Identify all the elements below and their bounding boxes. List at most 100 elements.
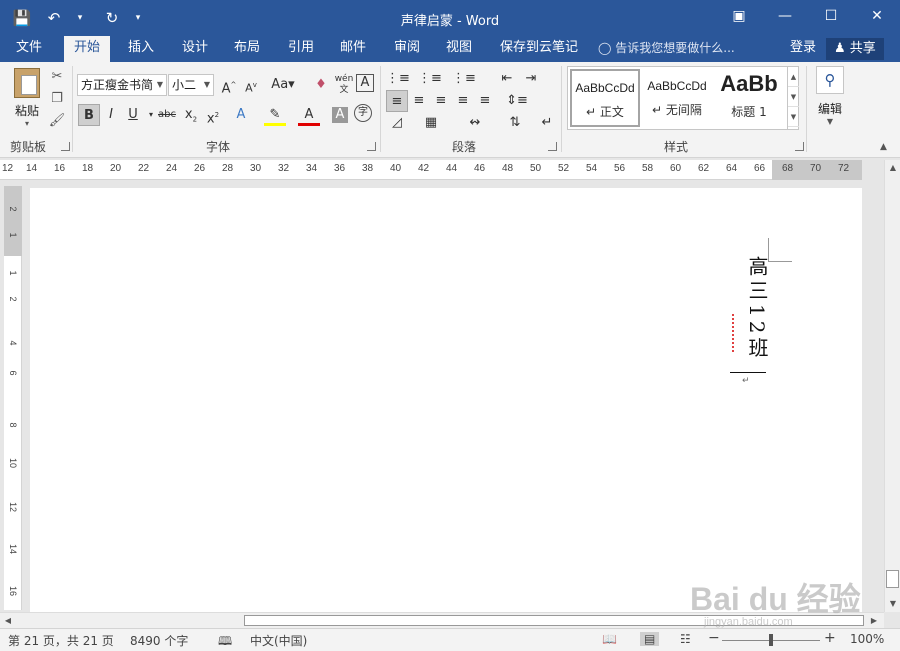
highlight-icon[interactable]: ✎ xyxy=(264,104,286,126)
maximize-icon[interactable]: ☐ xyxy=(808,0,854,32)
window-controls: ▣ — ☐ ✕ xyxy=(716,0,900,32)
close-icon[interactable]: ✕ xyxy=(854,0,900,32)
editing-button[interactable]: ⚲ 编辑 ▼ xyxy=(812,66,848,130)
paragraph-mark-icon: ↵ xyxy=(742,376,750,386)
borders-icon[interactable]: ▦ xyxy=(420,112,442,134)
chinese-layout-icon[interactable]: ↭ xyxy=(464,112,486,134)
distributed-icon[interactable]: ≡ xyxy=(474,90,496,112)
ribbon-tabs: 文件 开始 插入 设计 布局 引用 邮件 审阅 视图 保存到云笔记 ◯ 告诉我您… xyxy=(0,36,900,62)
vertical-ruler[interactable]: 2 1 1 2 4 6 8 10 12 14 16 xyxy=(4,186,22,610)
bold-button[interactable]: B xyxy=(78,104,100,126)
proofing-icon[interactable]: 🕮 xyxy=(218,632,232,651)
styles-launcher-icon[interactable] xyxy=(795,142,804,151)
align-right-icon[interactable]: ≡ xyxy=(430,90,452,112)
multilevel-list-icon[interactable]: ⋮≡ xyxy=(452,68,476,90)
ribbon-display-options-icon[interactable]: ▣ xyxy=(716,0,762,32)
font-size-combo[interactable]: 小二 ▼ xyxy=(168,74,214,96)
character-border-icon[interactable]: A xyxy=(356,74,374,92)
vertical-scrollbar[interactable]: ▲ ▼ xyxy=(884,160,900,612)
share-button[interactable]: ♟ 共享 xyxy=(826,38,884,60)
chevron-down-icon[interactable]: ▼ xyxy=(788,87,799,107)
chevron-up-icon[interactable]: ▲ xyxy=(788,67,799,87)
login-link[interactable]: 登录 xyxy=(790,36,816,62)
tab-design[interactable]: 设计 xyxy=(172,36,218,62)
shrink-font-icon[interactable]: Av xyxy=(240,74,262,96)
document-area: 高三12班 ↵ xyxy=(22,180,884,618)
sort-icon[interactable]: ⇅ xyxy=(504,112,526,134)
language-indicator[interactable]: 中文(中国) xyxy=(250,632,307,649)
copy-icon[interactable]: ❐ xyxy=(48,90,66,108)
chevron-down-icon: ▼ xyxy=(203,80,210,89)
italic-button[interactable]: I xyxy=(100,104,122,126)
chevron-down-icon: ▼ xyxy=(156,80,163,89)
style-normal[interactable]: AaBbCcDd ↵ 正文 xyxy=(570,69,640,127)
vertical-text-line[interactable]: 高三12班 xyxy=(736,256,772,361)
strikethrough-button[interactable]: abc xyxy=(156,104,178,126)
scroll-up-icon[interactable]: ▲ xyxy=(885,160,900,176)
font-group-label: 字体 xyxy=(206,140,231,154)
web-layout-icon[interactable]: ☷ xyxy=(680,632,691,646)
tab-view[interactable]: 视图 xyxy=(436,36,482,62)
align-left-icon[interactable]: ≡ xyxy=(386,90,408,112)
document-page[interactable]: 高三12班 ↵ xyxy=(30,188,862,618)
font-launcher-icon[interactable] xyxy=(367,142,376,151)
text-effects-icon[interactable]: A xyxy=(230,104,252,126)
clipboard-launcher-icon[interactable] xyxy=(61,142,70,151)
decrease-indent-icon[interactable]: ⇤ xyxy=(496,68,518,90)
tab-file[interactable]: 文件 xyxy=(6,36,52,62)
tab-layout[interactable]: 布局 xyxy=(224,36,270,62)
subscript-button[interactable]: x2 xyxy=(180,104,202,126)
zoom-in-icon[interactable]: + xyxy=(824,630,836,646)
more-styles-icon[interactable]: ▼ xyxy=(788,107,799,127)
print-layout-icon[interactable]: ▤ xyxy=(640,632,660,646)
style-heading-1[interactable]: AaBb 标题 1 xyxy=(714,69,784,127)
group-separator xyxy=(72,66,73,152)
character-shading-icon[interactable]: A xyxy=(332,107,348,123)
zoom-slider-thumb[interactable] xyxy=(769,634,773,646)
bullets-icon[interactable]: ⋮≡ xyxy=(386,68,410,90)
show-paragraph-marks-icon[interactable]: ↵ xyxy=(536,112,558,134)
zoom-out-icon[interactable]: − xyxy=(708,630,720,646)
font-color-icon[interactable]: A xyxy=(298,104,320,126)
minimize-icon[interactable]: — xyxy=(762,0,808,32)
clear-formatting-icon[interactable]: ♦ xyxy=(310,74,332,96)
cut-icon[interactable]: ✂ xyxy=(48,68,66,86)
tab-insert[interactable]: 插入 xyxy=(118,36,164,62)
horizontal-ruler[interactable]: 12 14 16 18 20 22 24 26 28 30 32 34 36 3… xyxy=(0,160,862,180)
baidu-watermark-logo: Bai du 经验 jingyan.baidu.com xyxy=(690,581,861,628)
enclose-characters-icon[interactable]: 字 xyxy=(354,104,372,122)
styles-group-label: 样式 xyxy=(664,140,689,154)
lightbulb-icon: ◯ xyxy=(598,41,612,55)
align-center-icon[interactable]: ≡ xyxy=(408,90,430,112)
justify-icon[interactable]: ≡ xyxy=(452,90,474,112)
tab-references[interactable]: 引用 xyxy=(278,36,324,62)
scroll-left-icon[interactable]: ◀ xyxy=(0,613,16,629)
numbering-icon[interactable]: ⋮≡ xyxy=(418,68,442,90)
line-spacing-icon[interactable]: ⇕≡ xyxy=(506,90,528,112)
read-mode-icon[interactable]: 📖 xyxy=(602,632,617,646)
styles-gallery: AaBbCcDd ↵ 正文 AaBbCcDd ↵ 无间隔 AaBb 标题 1 ▲… xyxy=(567,66,799,130)
zoom-level[interactable]: 100% xyxy=(850,632,884,646)
grow-font-icon[interactable]: A^ xyxy=(218,74,240,96)
group-separator xyxy=(561,66,562,152)
shading-icon[interactable]: ◿ xyxy=(386,112,408,134)
increase-indent-icon[interactable]: ⇥ xyxy=(520,68,542,90)
text-underline xyxy=(730,372,766,373)
font-name-combo[interactable]: 方正瘦金书简 ▼ xyxy=(77,74,167,96)
superscript-button[interactable]: x2 xyxy=(202,104,224,126)
page-count[interactable]: 第 21 页，共 21 页 xyxy=(8,632,114,649)
style-no-spacing[interactable]: AaBbCcDd ↵ 无间隔 xyxy=(642,69,712,127)
tab-review[interactable]: 审阅 xyxy=(384,36,430,62)
paste-button[interactable]: 粘贴 ▾ xyxy=(8,66,46,128)
word-count[interactable]: 8490 个字 xyxy=(130,632,188,649)
collapse-ribbon-icon[interactable]: ▲ xyxy=(880,142,887,152)
tell-me-search[interactable]: ◯ 告诉我您想要做什么... xyxy=(598,36,735,62)
tab-home[interactable]: 开始 xyxy=(64,36,111,62)
paragraph-group-label: 段落 xyxy=(452,140,477,154)
format-painter-icon[interactable]: 🖌 xyxy=(48,112,66,130)
tab-cloud-notes[interactable]: 保存到云笔记 xyxy=(490,36,588,62)
phonetic-guide-icon[interactable]: wén 文 xyxy=(333,74,355,96)
tab-mailings[interactable]: 邮件 xyxy=(330,36,376,62)
change-case-button[interactable]: Aa▾ xyxy=(268,74,298,96)
paragraph-launcher-icon[interactable] xyxy=(548,142,557,151)
